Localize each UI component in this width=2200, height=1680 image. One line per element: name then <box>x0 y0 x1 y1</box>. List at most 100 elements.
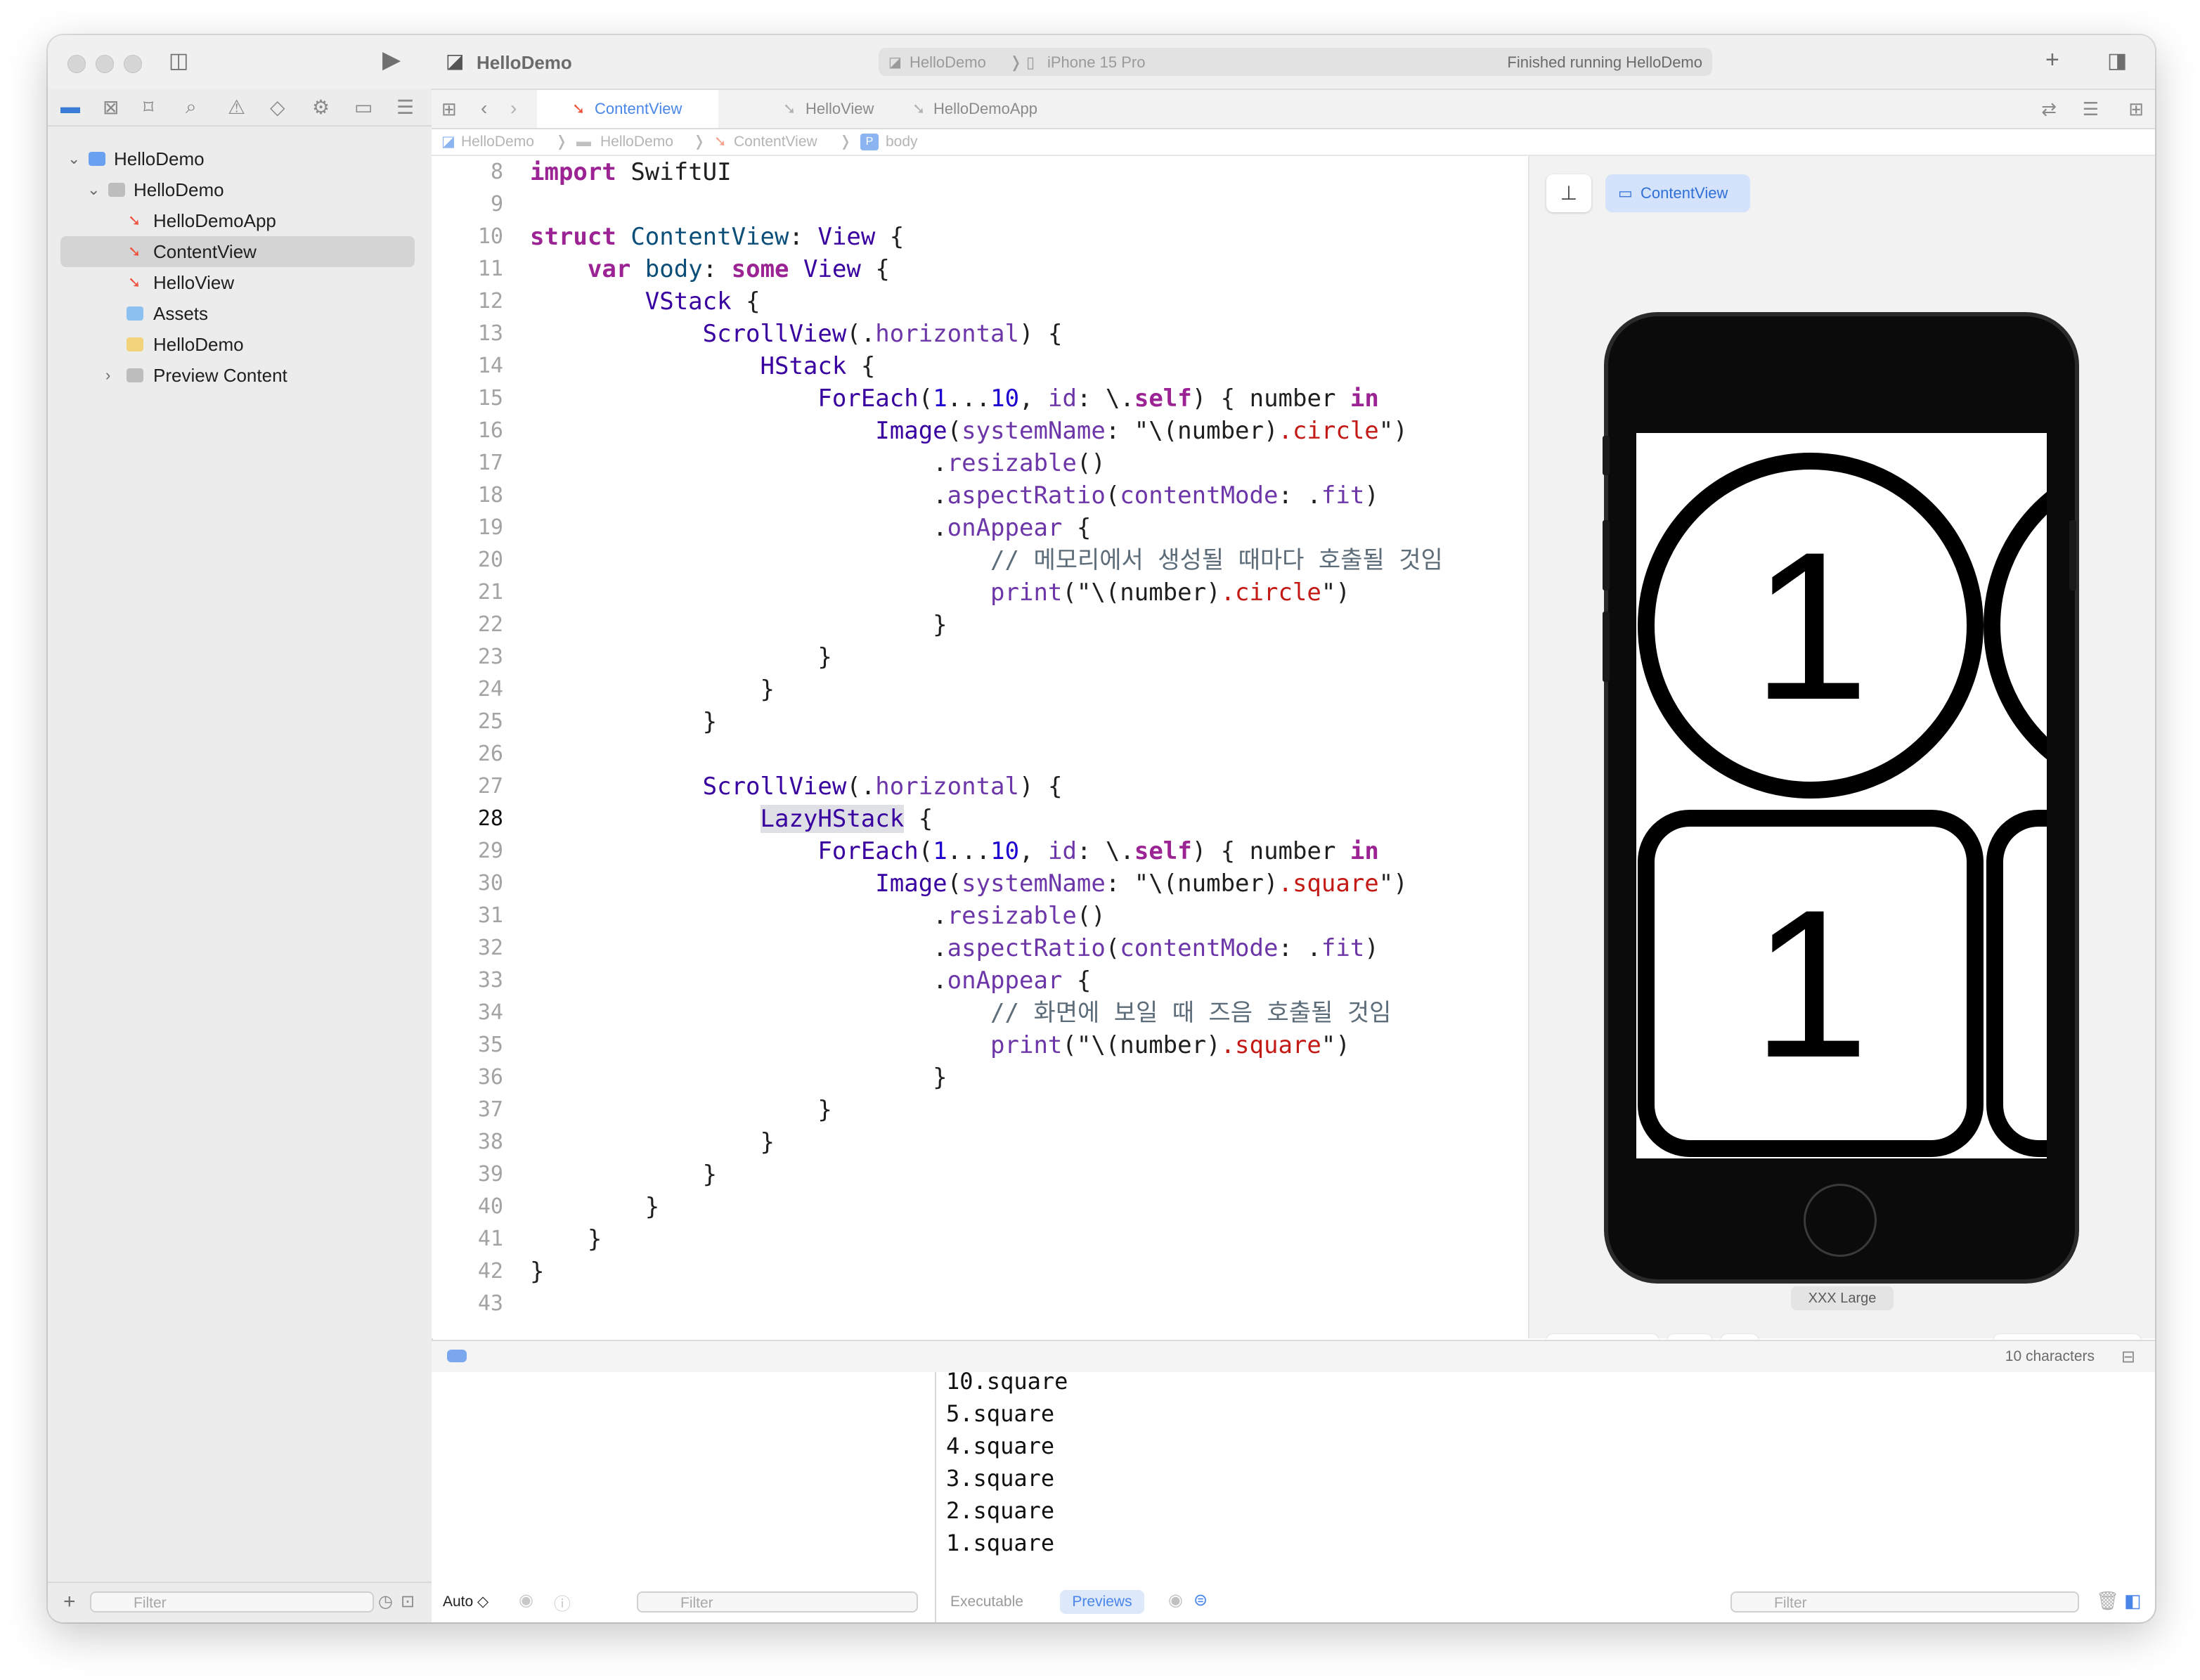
code-line: 39 } <box>432 1158 1528 1191</box>
line-number: 9 <box>490 192 503 217</box>
warning-icon[interactable]: ⚠ <box>228 96 245 119</box>
swap-icon[interactable]: ⇄ <box>2041 98 2057 120</box>
breadcrumb-item[interactable]: HelloDemo <box>461 129 534 155</box>
run-button[interactable]: ▶ <box>382 48 401 72</box>
add-icon[interactable]: + <box>63 1590 76 1614</box>
hide-debug-area-icon[interactable]: ⊟ <box>2121 1347 2135 1367</box>
chevron-right-icon[interactable]: › <box>105 360 110 391</box>
eye-icon[interactable]: ◉ <box>519 1590 533 1610</box>
close-window-button[interactable] <box>67 55 86 73</box>
add-icon[interactable]: + <box>2045 48 2059 72</box>
preview-content: 1 1 <box>1638 453 2047 1157</box>
line-number: 23 <box>477 645 503 669</box>
search-icon[interactable]: ⌕ <box>186 96 197 119</box>
device-screen[interactable]: 1 1 <box>1636 433 2047 1158</box>
tab-previews[interactable]: Previews <box>1060 1590 1144 1614</box>
code-line: 36 } <box>432 1061 1528 1094</box>
code-line: 9 <box>432 188 1528 221</box>
line-number: 12 <box>477 289 503 314</box>
variables-filter-input[interactable]: Filter <box>637 1591 918 1613</box>
code-text: var body: some View { <box>587 255 890 283</box>
source-editor[interactable]: 8 import SwiftUI 9 10 struct ContentView: … <box>432 156 1529 1338</box>
tab-helloview[interactable]: ➘ HelloView <box>720 90 884 128</box>
debug-icon[interactable]: ⚙ <box>312 96 330 119</box>
breakpoint-toggle-icon[interactable] <box>447 1350 467 1362</box>
tree-item-assets[interactable]: Assets <box>60 298 415 329</box>
console-filter-input[interactable]: Filter <box>1730 1591 2079 1613</box>
line-number: 30 <box>477 871 503 896</box>
trash-icon[interactable]: 🗑 <box>2096 1590 2119 1612</box>
console-output[interactable]: 10.square 5.square 4.square 3.square 2.s… <box>936 1372 2155 1583</box>
inspector-toggle-icon[interactable]: ◨ <box>2107 51 2127 72</box>
source-control-icon[interactable]: ⊠ <box>103 96 119 119</box>
line-number: 13 <box>477 321 503 346</box>
breadcrumb-item[interactable]: HelloDemo <box>600 129 673 155</box>
selection-char-count: 10 characters <box>2005 1348 2095 1364</box>
tab-contentview[interactable]: ➘ ContentView <box>537 90 718 128</box>
code-text: HStack { <box>760 352 876 380</box>
line-number: 14 <box>477 354 503 378</box>
code-line: 15 ForEach(1...10, id: \.self) { number … <box>432 382 1528 415</box>
app-title: HelloDemo <box>477 52 572 73</box>
home-button <box>1804 1184 1877 1257</box>
forward-icon[interactable]: › <box>510 97 517 119</box>
tree-item-file[interactable]: ➘ HelloView <box>60 267 415 298</box>
minimize-window-button[interactable] <box>96 55 114 73</box>
editor-options-icon[interactable]: ☰ <box>2083 98 2099 120</box>
activity-view: ◪ HelloDemo ❭ ▯ iPhone 15 Pro Finished r… <box>879 48 1712 76</box>
line-number: 41 <box>477 1227 503 1251</box>
tree-item-group[interactable]: › Preview Content <box>60 360 415 391</box>
scheme-selector[interactable]: HelloDemo <box>910 53 986 72</box>
code-line: 33 .onAppear { <box>432 964 1528 997</box>
bookmark-icon[interactable]: ⌑ <box>143 96 153 119</box>
breadcrumb-item[interactable]: ContentView <box>734 129 817 155</box>
eye-icon[interactable]: ◉ <box>1168 1590 1183 1610</box>
tree-item-file-selected[interactable]: ➘ ContentView <box>60 236 415 267</box>
chevron-right-icon: ❭ <box>693 134 706 150</box>
tab-hellodemoapp[interactable]: ➘ HelloDemoApp <box>886 90 1068 128</box>
tree-item-entitlements[interactable]: HelloDemo <box>60 329 415 360</box>
device-size-badge[interactable]: XXX Large <box>1791 1286 1894 1310</box>
breadcrumb-item[interactable]: body <box>886 129 918 155</box>
number-circle-icon <box>1984 491 2047 760</box>
code-text: print("\(number).square") <box>990 1031 1350 1059</box>
auto-scope-select[interactable]: Auto ◇ <box>443 1593 488 1610</box>
navigator-filter-input[interactable]: Filter <box>90 1591 374 1613</box>
code-line: 14 HStack { <box>432 350 1528 382</box>
grid-icon[interactable]: ⊞ <box>441 98 457 120</box>
breakpoint-icon[interactable]: ▭ <box>354 96 373 119</box>
device-selector[interactable]: iPhone 15 Pro <box>1047 53 1145 72</box>
preview-selector-button[interactable]: ▭ ContentView <box>1605 174 1750 212</box>
code-line: 22 } <box>432 609 1528 641</box>
show-variables-icon[interactable]: ◧ <box>2124 1590 2142 1612</box>
report-icon[interactable]: ☰ <box>396 96 414 119</box>
chevron-down-icon[interactable]: ⌄ <box>67 143 80 174</box>
zoom-window-button[interactable] <box>124 55 142 73</box>
project-navigator: ▬ ⊠ ⌑ ⌕ ⚠ ◇ ⚙ ▭ ☰ ⌄ HelloDemo ⌄ HelloDem… <box>48 89 433 1622</box>
pin-icon[interactable]: ⊥ <box>1546 174 1591 212</box>
tree-item-label: Assets <box>153 303 209 324</box>
xcode-window: ◫ ▶ ◪ HelloDemo ◪ HelloDemo ❭ ▯ iPhone 1… <box>48 35 2155 1622</box>
info-icon[interactable]: ⓘ <box>554 1590 571 1615</box>
tab-executable[interactable]: Executable <box>945 1590 1029 1614</box>
back-icon[interactable]: ‹ <box>481 97 487 119</box>
device-side-button <box>2069 520 2076 590</box>
test-icon[interactable]: ◇ <box>270 96 285 119</box>
recent-files-icon[interactable]: ◷ <box>378 1591 393 1612</box>
source-control-filter-icon[interactable]: ⊡ <box>401 1591 415 1612</box>
line-number: 36 <box>477 1065 503 1090</box>
code-text: .onAppear { <box>530 967 1092 995</box>
code-text: import SwiftUI <box>530 158 732 186</box>
folder-icon[interactable]: ▬ <box>60 96 80 118</box>
device-icon: ▯ <box>1026 53 1035 71</box>
tree-item-project[interactable]: ⌄ HelloDemo <box>60 143 415 174</box>
square-number-text: 1 <box>1752 865 1870 1101</box>
chevron-down-icon[interactable]: ⌄ <box>87 174 100 205</box>
add-editor-icon[interactable]: ⊞ <box>2128 98 2144 120</box>
tree-item-group[interactable]: ⌄ HelloDemo <box>60 174 415 205</box>
settings-toggle-icon[interactable]: ⊜ <box>1193 1590 1208 1610</box>
line-number: 39 <box>477 1162 503 1187</box>
tree-item-file[interactable]: ➘ HelloDemoApp <box>60 205 415 236</box>
code-line: 16 Image(systemName: "\(number).circle") <box>432 415 1528 447</box>
sidebar-toggle-icon[interactable]: ◫ <box>169 51 188 72</box>
